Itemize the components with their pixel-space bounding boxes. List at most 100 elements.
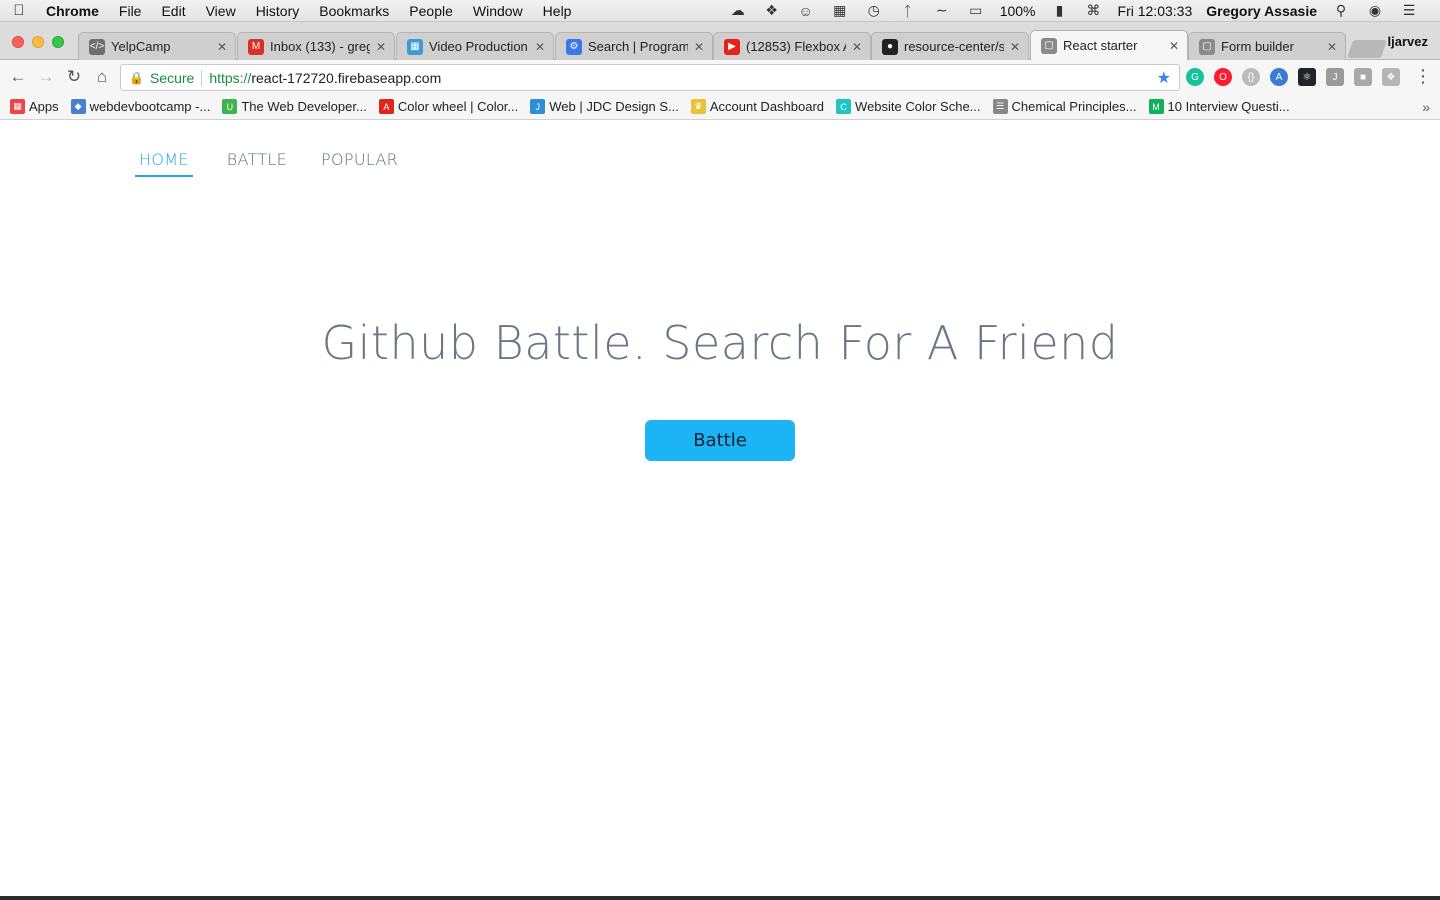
tab-title[interactable]: (12853) Flexbox A	[746, 39, 846, 54]
url-host[interactable]: react-172720.firebaseapp.com	[251, 70, 441, 86]
bookmark-label[interactable]: Website Color Sche...	[855, 99, 980, 114]
menu-help[interactable]: Help	[533, 3, 582, 19]
bookmark-item[interactable]: M 10 Interview Questi...	[1148, 99, 1290, 114]
bookmark-label[interactable]: Web | JDC Design S...	[549, 99, 679, 114]
dropbox-extension-icon[interactable]: ❖	[1382, 68, 1400, 86]
notification-center-icon[interactable]: ☰	[1392, 2, 1426, 19]
bookmark-item[interactable]: ◆ webdevbootcamp -...	[70, 99, 211, 114]
apple-icon[interactable]: 	[0, 2, 38, 19]
youtube-icon: ▶	[724, 38, 740, 55]
browser-tab[interactable]: ▶ (12853) Flexbox A ✕	[713, 32, 871, 60]
bookmark-label[interactable]: Apps	[29, 99, 59, 114]
macos-menu-bar:  Chrome File Edit View History Bookmark…	[0, 0, 1440, 22]
bookmark-label[interactable]: 10 Interview Questi...	[1168, 99, 1290, 114]
bookmark-item[interactable]: ☰ Chemical Principles...	[992, 99, 1137, 114]
menu-view[interactable]: View	[196, 3, 246, 19]
opera-icon[interactable]: O	[1214, 68, 1232, 86]
browser-tab[interactable]: ● resource-center/s ✕	[871, 32, 1029, 60]
nav-battle[interactable]: BATTLE	[227, 150, 287, 177]
home-icon[interactable]: ⌂	[88, 67, 116, 87]
menu-file[interactable]: File	[109, 3, 152, 19]
bookmark-item[interactable]: U The Web Developer...	[222, 99, 367, 114]
siri-icon[interactable]: ◉	[1358, 2, 1392, 19]
tab-title[interactable]: Video Production |	[429, 39, 529, 54]
close-tab-icon[interactable]: ✕	[535, 40, 545, 54]
menu-bookmarks[interactable]: Bookmarks	[309, 3, 399, 19]
bookmark-label[interactable]: Color wheel | Color...	[398, 99, 518, 114]
back-arrow-icon[interactable]: ←	[4, 67, 32, 87]
nav-home[interactable]: HOME	[135, 150, 193, 177]
bookmark-label[interactable]: webdevbootcamp -...	[90, 99, 211, 114]
zoom-window-button[interactable]	[52, 36, 64, 48]
tab-title[interactable]: React starter	[1063, 38, 1163, 53]
react-devtools-icon[interactable]: ⚛	[1298, 68, 1316, 86]
browser-tab[interactable]: </> YelpCamp ✕	[78, 32, 236, 60]
extension-puzzle-icon[interactable]: ■	[1354, 68, 1372, 86]
reload-icon[interactable]: ↻	[60, 67, 88, 87]
bookmark-label[interactable]: Account Dashboard	[710, 99, 824, 114]
bookmark-star-icon[interactable]: ★	[1157, 68, 1171, 88]
tab-title[interactable]: resource-center/s	[904, 39, 1004, 54]
close-tab-icon[interactable]: ✕	[217, 40, 227, 54]
bookmark-item[interactable]: ▦ Apps	[10, 99, 59, 114]
tab-title[interactable]: Inbox (133) - greg	[270, 39, 370, 54]
nav-popular[interactable]: POPULAR	[321, 150, 398, 177]
airplay-icon[interactable]: ▭	[959, 2, 993, 19]
tab-title[interactable]: Form builder	[1221, 39, 1321, 54]
bluetooth-icon[interactable]: ᛏ	[891, 3, 925, 19]
browser-tab[interactable]: ▢ Form builder ✕	[1188, 32, 1346, 60]
browser-tab[interactable]: ▢ React starter ✕	[1030, 30, 1188, 60]
spotlight-search-icon[interactable]: ⚲	[1324, 2, 1358, 19]
minimize-window-button[interactable]	[32, 36, 44, 48]
bookmark-item[interactable]: A Color wheel | Color...	[378, 99, 518, 114]
lock-icon[interactable]: 🔒	[129, 71, 144, 85]
close-tab-icon[interactable]: ✕	[1169, 39, 1179, 53]
bookmark-item[interactable]: C Website Color Sche...	[836, 99, 981, 114]
tab-title[interactable]: Search | Programm	[588, 39, 688, 54]
jsonview-icon[interactable]: J	[1326, 68, 1344, 86]
wifi-icon[interactable]: ∼	[925, 2, 959, 19]
window-manager-icon[interactable]: ▦	[823, 2, 857, 19]
tab-title[interactable]: YelpCamp	[111, 39, 211, 54]
profile-name[interactable]: ljarvez	[1388, 34, 1428, 49]
bookmark-item[interactable]: J Web | JDC Design S...	[530, 99, 679, 114]
close-tab-icon[interactable]: ✕	[852, 40, 862, 54]
accessibility-icon[interactable]: ☺	[789, 3, 823, 19]
new-tab-button[interactable]	[1347, 40, 1387, 58]
battery-icon[interactable]: ▮	[1043, 2, 1077, 19]
menu-app-name[interactable]: Chrome	[38, 3, 109, 19]
bookmark-label[interactable]: The Web Developer...	[241, 99, 367, 114]
browser-tab[interactable]: ⚙ Search | Programm ✕	[555, 32, 713, 60]
browser-tab[interactable]: M Inbox (133) - greg ✕	[237, 32, 395, 60]
slides-icon: ▦	[407, 38, 423, 55]
menu-people[interactable]: People	[399, 3, 463, 19]
secure-label[interactable]: Secure	[150, 70, 194, 86]
menu-edit[interactable]: Edit	[151, 3, 195, 19]
clock[interactable]: Fri 12:03:33	[1111, 3, 1200, 19]
input-source-icon[interactable]: ⌘	[1077, 2, 1111, 19]
app-nav: HOME BATTLE POPULAR	[135, 150, 432, 177]
more-bookmarks-icon[interactable]: »	[1422, 99, 1430, 115]
json-viewer-icon[interactable]: {}	[1242, 68, 1260, 86]
time-machine-icon[interactable]: ◷	[857, 2, 891, 19]
close-window-button[interactable]	[12, 36, 24, 48]
forward-arrow-icon[interactable]: →	[32, 67, 60, 87]
url-scheme[interactable]: https://	[209, 70, 251, 86]
bookmark-label[interactable]: Chemical Principles...	[1012, 99, 1137, 114]
browser-tab[interactable]: ▦ Video Production | ✕	[396, 32, 554, 60]
grammarly-icon[interactable]: G	[1186, 68, 1204, 86]
close-tab-icon[interactable]: ✕	[1327, 40, 1337, 54]
bookmark-item[interactable]: ♛ Account Dashboard	[690, 99, 824, 114]
creative-cloud-icon[interactable]: ☁	[721, 2, 755, 19]
close-tab-icon[interactable]: ✕	[376, 40, 386, 54]
close-tab-icon[interactable]: ✕	[694, 40, 704, 54]
battle-button[interactable]: Battle	[645, 420, 795, 461]
translate-icon[interactable]: A	[1270, 68, 1288, 86]
close-tab-icon[interactable]: ✕	[1010, 40, 1020, 54]
browser-menu-icon[interactable]: ⋮	[1414, 66, 1432, 87]
user-name[interactable]: Gregory Assasie	[1199, 3, 1324, 19]
menu-history[interactable]: History	[246, 3, 310, 19]
menu-window[interactable]: Window	[463, 3, 533, 19]
address-bar[interactable]: 🔒 Secure https:// react-172720.firebasea…	[120, 64, 1180, 91]
dropbox-icon[interactable]: ❖	[755, 2, 789, 19]
